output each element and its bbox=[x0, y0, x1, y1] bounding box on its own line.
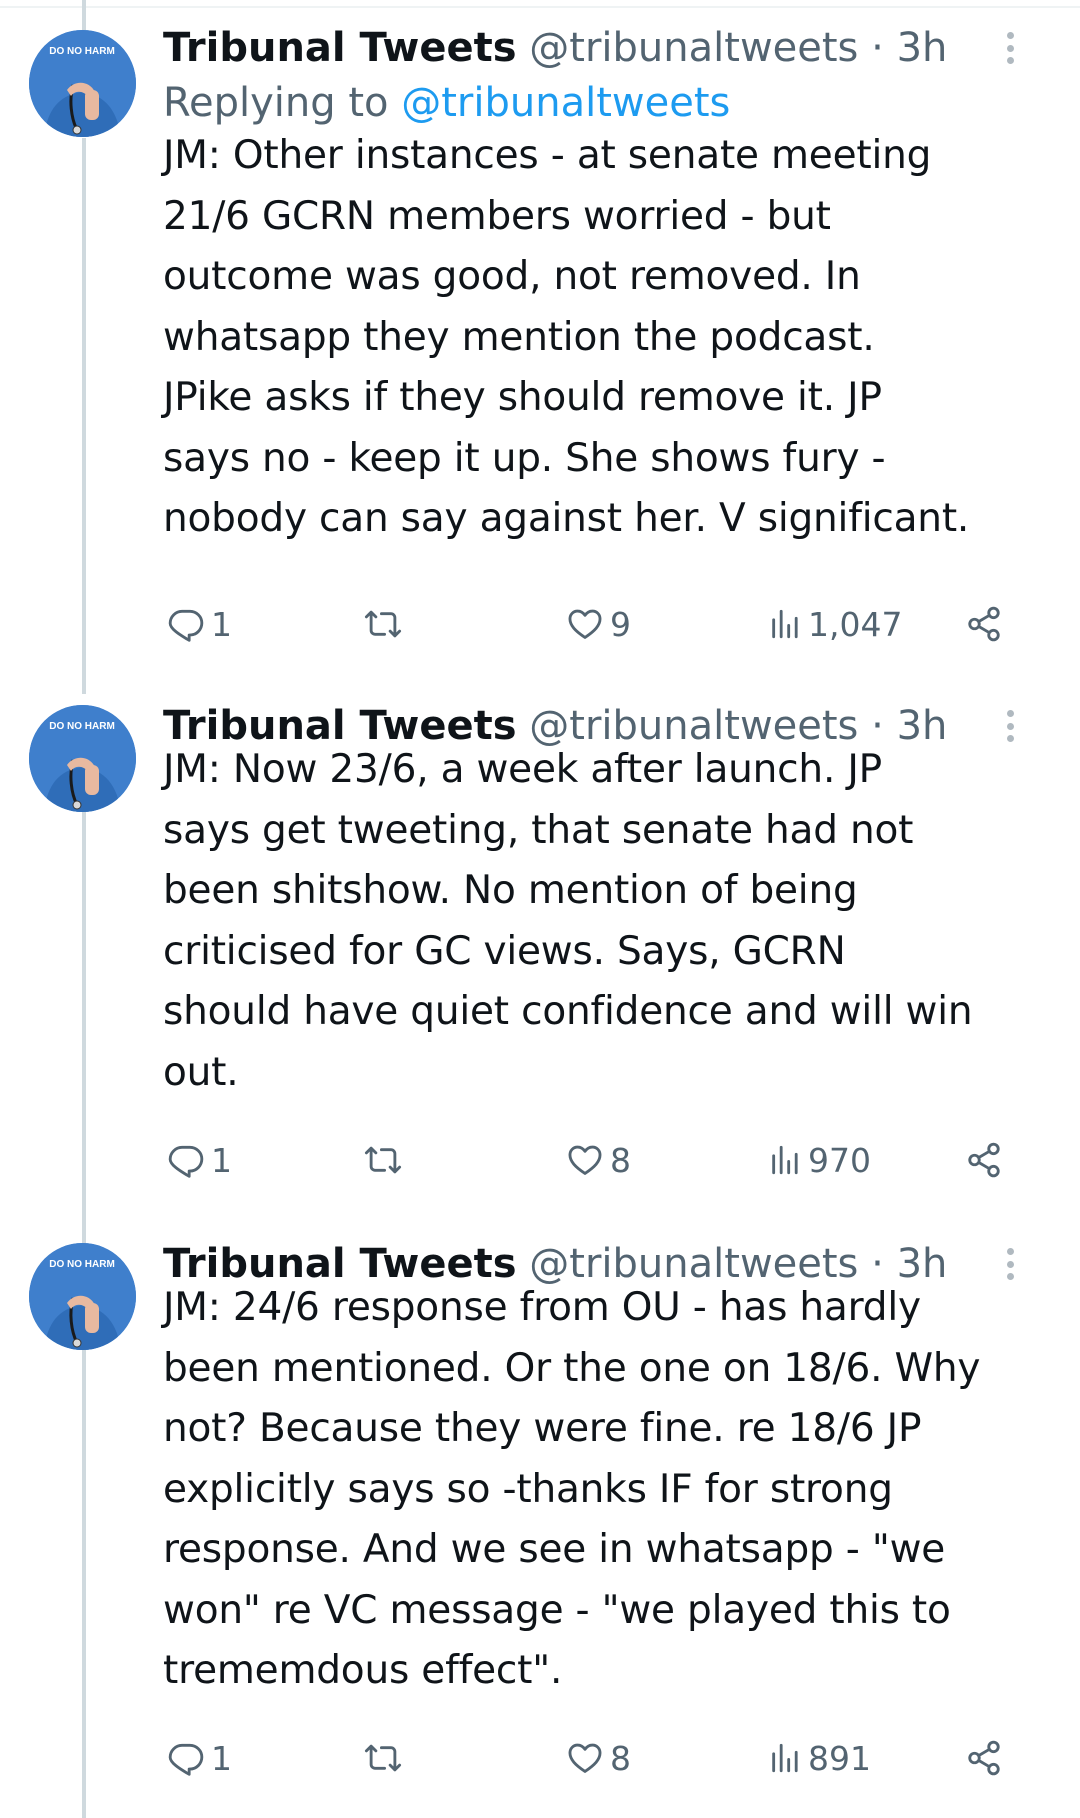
share-icon bbox=[968, 606, 1000, 642]
share-button[interactable] bbox=[965, 1730, 1003, 1786]
retweet-icon bbox=[364, 610, 402, 638]
share-button[interactable] bbox=[965, 1132, 1003, 1188]
avatar-image: DO NO HARM bbox=[29, 30, 136, 137]
heart-icon bbox=[568, 609, 602, 639]
tweet-text: JM: 24/6 response from OU - has hardly b… bbox=[163, 1278, 1063, 1702]
reply-count: 1 bbox=[211, 1140, 232, 1180]
heart-icon bbox=[568, 1145, 602, 1175]
reply-icon bbox=[168, 609, 204, 642]
reply-icon bbox=[168, 1743, 204, 1776]
reply-button[interactable]: 1 bbox=[167, 1132, 232, 1188]
like-count: 8 bbox=[610, 1738, 631, 1778]
tweet-text-line: JPike asks if they should remove it. JP bbox=[163, 375, 882, 420]
tweet-text-line: not? Because they were fine. re 18/6 JP bbox=[163, 1406, 922, 1451]
tweet-text-line: says get tweeting, that senate had not bbox=[163, 807, 914, 853]
tweet[interactable]: DO NO HARM Tribunal Tweets @tribunaltwee… bbox=[0, 1228, 1080, 1818]
views-button[interactable]: 891 bbox=[768, 1730, 871, 1786]
views-bar-chart-icon bbox=[772, 1145, 798, 1175]
heart-icon bbox=[568, 1743, 602, 1773]
avatar[interactable]: DO NO HARM bbox=[29, 1243, 136, 1350]
tweet-text-line: nobody can say against her. V significan… bbox=[163, 496, 970, 541]
reply-button[interactable]: 1 bbox=[167, 596, 232, 652]
reply-count: 1 bbox=[211, 604, 232, 644]
avatar-image: DO NO HARM bbox=[29, 705, 136, 812]
timestamp[interactable]: 3h bbox=[897, 25, 948, 71]
share-button[interactable] bbox=[965, 596, 1003, 652]
tweet-header: Tribunal Tweets @tribunaltweets · 3h bbox=[163, 20, 1060, 76]
share-icon bbox=[968, 1142, 1000, 1178]
mention-link[interactable]: @tribunaltweets bbox=[401, 80, 730, 126]
like-count: 8 bbox=[610, 1140, 631, 1180]
author-handle[interactable]: @tribunaltweets bbox=[529, 25, 858, 71]
views-button[interactable]: 970 bbox=[768, 1132, 871, 1188]
tweet-text-line: response. And we see in whatsapp - "we bbox=[163, 1527, 946, 1572]
tweet-text-line: JM: Now 23/6, a week after launch. JP bbox=[163, 747, 882, 792]
retweet-button[interactable] bbox=[363, 1730, 409, 1786]
tweet-text-line: JM: 24/6 response from OU - has hardly bbox=[163, 1285, 921, 1330]
tweet-text-line: been mentioned. Or the one on 18/6. Why bbox=[163, 1345, 981, 1391]
separator-dot: · bbox=[871, 25, 884, 71]
retweet-icon bbox=[364, 1146, 402, 1174]
action-bar: 1 8 891 bbox=[163, 1730, 1023, 1786]
tweet-text-line: criticised for GC views. Says, GCRN bbox=[163, 928, 846, 974]
tweet-text: JM: Now 23/6, a week after launch. JP sa… bbox=[163, 740, 1063, 1103]
tweet-text-line: 21/6 GCRN members worried - but bbox=[163, 193, 831, 239]
tweet[interactable]: DO NO HARM Tribunal Tweets @tribunaltwee… bbox=[0, 690, 1080, 1230]
views-count: 1,047 bbox=[808, 604, 903, 644]
tweet-text-line: explicitly says so -thanks IF for strong bbox=[163, 1466, 893, 1512]
avatar[interactable]: DO NO HARM bbox=[29, 30, 136, 137]
action-bar: 1 8 970 bbox=[163, 1132, 1023, 1188]
tweet-text-line: won" re VC message - "we played this to bbox=[163, 1587, 951, 1633]
action-bar: 1 9 1,047 bbox=[163, 596, 1023, 652]
reply-button[interactable]: 1 bbox=[167, 1730, 232, 1786]
retweet-button[interactable] bbox=[363, 596, 409, 652]
avatar-text: DO NO HARM bbox=[49, 1259, 115, 1270]
views-bar-chart-icon bbox=[772, 1743, 798, 1773]
tweet-text-line: JM: Other instances - at senate meeting bbox=[163, 133, 932, 178]
retweet-button[interactable] bbox=[363, 1132, 409, 1188]
tweet-text-line: out. bbox=[163, 1049, 239, 1095]
tweet-text-line: says no - keep it up. She shows fury - bbox=[163, 435, 886, 481]
views-bar-chart-icon bbox=[772, 609, 798, 639]
replying-to-label: Replying to bbox=[163, 80, 389, 126]
tweet-text: JM: Other instances - at senate meeting … bbox=[163, 126, 1063, 550]
like-count: 9 bbox=[610, 604, 631, 644]
replying-to: Replying to @tribunaltweets bbox=[163, 75, 730, 131]
avatar-text: DO NO HARM bbox=[49, 46, 115, 57]
tweet[interactable]: DO NO HARM Tribunal Tweets @tribunaltwee… bbox=[0, 0, 1080, 690]
views-count: 891 bbox=[808, 1738, 871, 1778]
tweet-text-line: trememdous effect". bbox=[163, 1648, 563, 1693]
reply-icon bbox=[168, 1145, 204, 1178]
more-options-icon[interactable] bbox=[990, 26, 1030, 70]
retweet-icon bbox=[364, 1744, 402, 1772]
tweet-text-line: whatsapp they mention the podcast. bbox=[163, 314, 875, 360]
reply-count: 1 bbox=[211, 1738, 232, 1778]
like-button[interactable]: 9 bbox=[566, 596, 631, 652]
like-button[interactable]: 8 bbox=[566, 1132, 631, 1188]
views-button[interactable]: 1,047 bbox=[768, 596, 902, 652]
views-count: 970 bbox=[808, 1140, 871, 1180]
like-button[interactable]: 8 bbox=[566, 1730, 631, 1786]
share-icon bbox=[968, 1740, 1000, 1776]
avatar-image: DO NO HARM bbox=[29, 1243, 136, 1350]
avatar[interactable]: DO NO HARM bbox=[29, 705, 136, 812]
author-name[interactable]: Tribunal Tweets bbox=[163, 25, 517, 71]
tweet-text-line: outcome was good, not removed. In bbox=[163, 254, 861, 299]
avatar-text: DO NO HARM bbox=[49, 721, 115, 732]
tweet-text-line: should have quiet confidence and will wi… bbox=[163, 989, 973, 1034]
tweet-text-line: been shitshow. No mention of being bbox=[163, 868, 858, 913]
